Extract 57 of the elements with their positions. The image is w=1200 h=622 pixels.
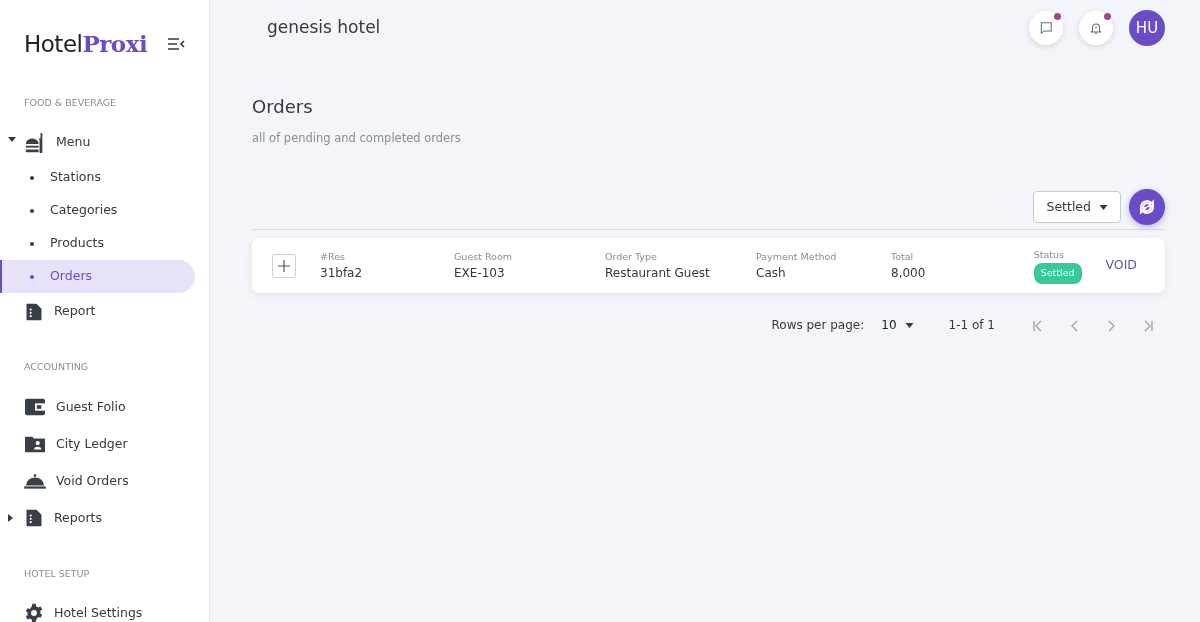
refresh-icon: [1138, 198, 1156, 217]
field-value: 31bfa2: [320, 264, 364, 282]
section-heading: ACCOUNTING: [23, 360, 90, 375]
wallet-icon: [24, 397, 46, 417]
status-badge: Settled: [1033, 263, 1082, 284]
sidebar-item[interactable]: Guest Folio: [0, 388, 195, 426]
field-label: Guest Room: [454, 249, 513, 264]
sidebar-item[interactable]: Report: [0, 293, 195, 331]
document-icon: [24, 508, 44, 528]
rows-per-page-label: Rows per page:: [771, 317, 865, 335]
field-label: Order Type: [605, 249, 658, 264]
bullet-icon: [30, 208, 34, 213]
page-title: Orders: [252, 95, 314, 119]
refresh-button[interactable]: [1129, 189, 1165, 226]
cloche-icon: [24, 472, 46, 490]
page-range: 1-1 of 1: [948, 317, 995, 335]
brand-logo: HotelProxi: [24, 28, 148, 59]
sidebar-item[interactable]: Void Orders: [0, 462, 195, 500]
field-value: Cash: [756, 264, 787, 282]
folder-icon: [24, 434, 46, 454]
field-label: #Res: [320, 249, 346, 264]
field-value: 8,000: [891, 264, 927, 282]
section-heading: FOOD & BEVERAGE: [23, 96, 118, 110]
bullet-icon: [30, 175, 34, 180]
notifications-button[interactable]: [1079, 11, 1113, 45]
sidebar-item[interactable]: Hotel Settings: [0, 594, 195, 622]
bell-icon: [1089, 21, 1103, 35]
hotel-name: genesis hotel: [267, 16, 381, 40]
field-value: Restaurant Guest: [605, 264, 711, 282]
sidebar-subitem[interactable]: Categories: [0, 194, 195, 228]
field-label: Payment Method: [756, 249, 838, 264]
document-icon: [24, 301, 44, 322]
sidebar-subitem[interactable]: Orders: [0, 260, 195, 294]
bullet-icon: [30, 241, 34, 246]
void-link[interactable]: VOID: [1105, 256, 1137, 276]
status-filter-dropdown[interactable]: Settled: [1033, 191, 1121, 224]
field-value: EXE-103: [454, 264, 506, 282]
sidebar-item[interactable]: Reports: [0, 499, 195, 537]
section-heading: HOTEL SETUP: [23, 566, 91, 581]
caret-down-icon: [904, 322, 914, 328]
messages-button[interactable]: [1029, 11, 1063, 45]
field-label: Status: [1033, 248, 1065, 262]
gear-icon: [24, 603, 44, 622]
plus-icon: [278, 259, 290, 272]
rows-per-page-dropdown[interactable]: 10: [880, 315, 915, 336]
page-subtitle: all of pending and completed orders: [252, 130, 462, 147]
user-avatar[interactable]: HU: [1129, 10, 1165, 46]
sidebar-subitem[interactable]: Products: [0, 227, 195, 261]
sidebar-subitem[interactable]: Stations: [0, 161, 195, 195]
bullet-icon: [30, 274, 34, 279]
field-label: Total: [891, 249, 915, 264]
sidebar-item[interactable]: Menu: [0, 124, 195, 162]
chat-icon: [1039, 21, 1053, 35]
sidebar-item[interactable]: City Ledger: [0, 425, 195, 463]
expand-button[interactable]: [272, 253, 296, 278]
caret-down-icon: [1099, 204, 1108, 210]
menu-collapse-icon[interactable]: [167, 37, 185, 51]
